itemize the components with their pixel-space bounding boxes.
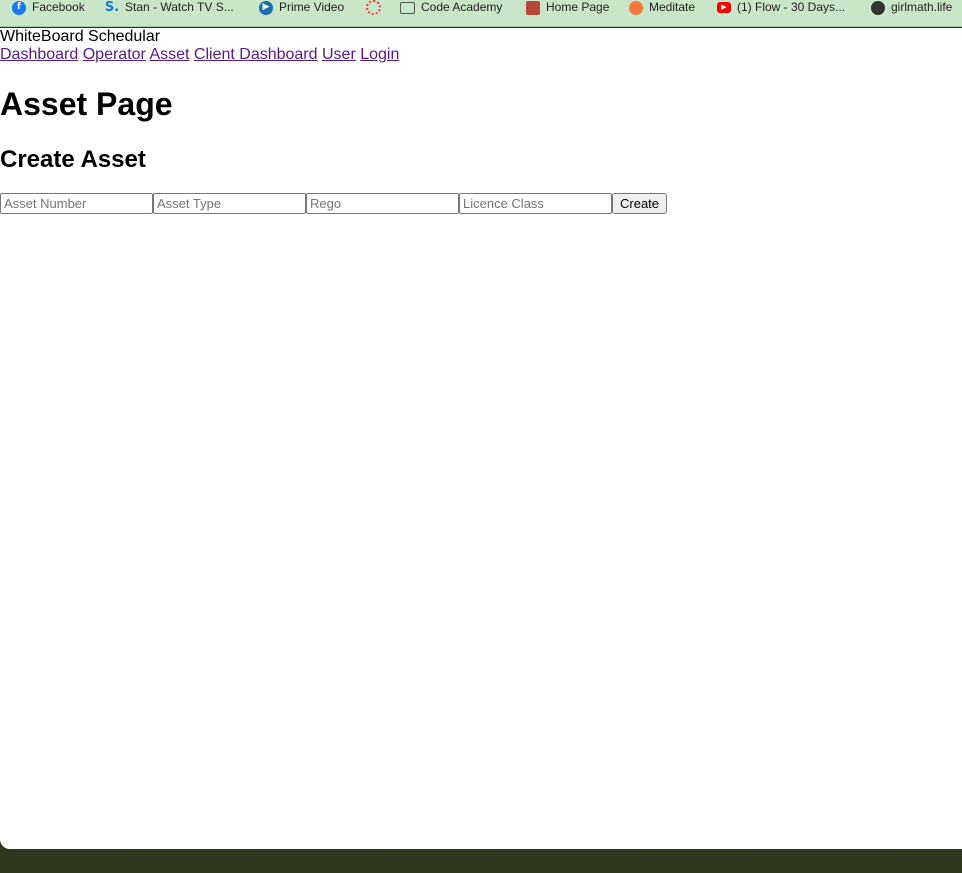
bookmark-code-academy[interactable]: Code Academy: [400, 0, 502, 15]
rego-input[interactable]: [306, 193, 459, 214]
bookmark-label: (1) Flow - 30 Days...: [737, 0, 846, 14]
asset-number-input[interactable]: [0, 193, 153, 214]
bookmark-label: girlmath.life: [891, 0, 953, 14]
facebook-icon: f: [12, 0, 26, 15]
stan-icon: S.: [104, 0, 120, 15]
brand-title: WhiteBoard Schedular: [0, 28, 161, 45]
nav-link-operator[interactable]: Operator: [83, 46, 146, 63]
youtube-icon: ▶: [717, 2, 731, 13]
main-nav: Dashboard Operator Asset Client Dashboar…: [0, 46, 399, 64]
avatar-icon: [526, 0, 540, 15]
create-button[interactable]: Create: [612, 193, 668, 214]
nav-link-dashboard[interactable]: Dashboard: [0, 46, 78, 63]
page-title: Asset Page: [0, 86, 173, 122]
bookmark-prime-video[interactable]: ▶ Prime Video: [259, 0, 344, 15]
bookmark-youtube-flow[interactable]: ▶ (1) Flow - 30 Days...: [717, 0, 845, 15]
nav-link-user[interactable]: User: [322, 46, 356, 63]
bookmarks-bar: f Facebook S. Stan - Watch TV S... ▶ Pri…: [0, 0, 962, 27]
bookmark-label: Stan - Watch TV S...: [125, 0, 234, 14]
bookmark-untitled[interactable]: [366, 0, 381, 15]
bookmark-home-page[interactable]: Home Page: [526, 0, 609, 15]
bookmark-stan[interactable]: S. Stan - Watch TV S...: [105, 0, 234, 15]
bookmark-label: Meditate: [649, 0, 696, 14]
section-title: Create Asset: [0, 146, 146, 173]
page-content: WhiteBoard Schedular Dashboard Operator …: [0, 28, 962, 849]
loading-ring-icon: [366, 0, 381, 15]
nav-link-login[interactable]: Login: [360, 46, 399, 63]
bookmark-meditate[interactable]: Meditate: [629, 0, 695, 15]
globe-icon: [871, 0, 885, 15]
bookmark-label: Facebook: [32, 0, 85, 14]
licence-class-input[interactable]: [459, 193, 612, 214]
bookmark-girlmath[interactable]: girlmath.life: [871, 0, 952, 15]
bookmark-label: Code Academy: [421, 0, 503, 14]
bookmark-label: Home Page: [546, 0, 610, 14]
folder-icon: [400, 1, 415, 14]
prime-video-icon: ▶: [259, 0, 273, 15]
nav-link-client-dashboard[interactable]: Client Dashboard: [194, 46, 318, 63]
meditate-icon: [629, 0, 643, 15]
asset-type-input[interactable]: [153, 193, 306, 214]
create-asset-form: Create: [0, 193, 668, 214]
nav-link-asset[interactable]: Asset: [149, 46, 189, 63]
bookmark-facebook[interactable]: f Facebook: [12, 0, 85, 15]
bookmark-label: Prime Video: [279, 0, 345, 14]
